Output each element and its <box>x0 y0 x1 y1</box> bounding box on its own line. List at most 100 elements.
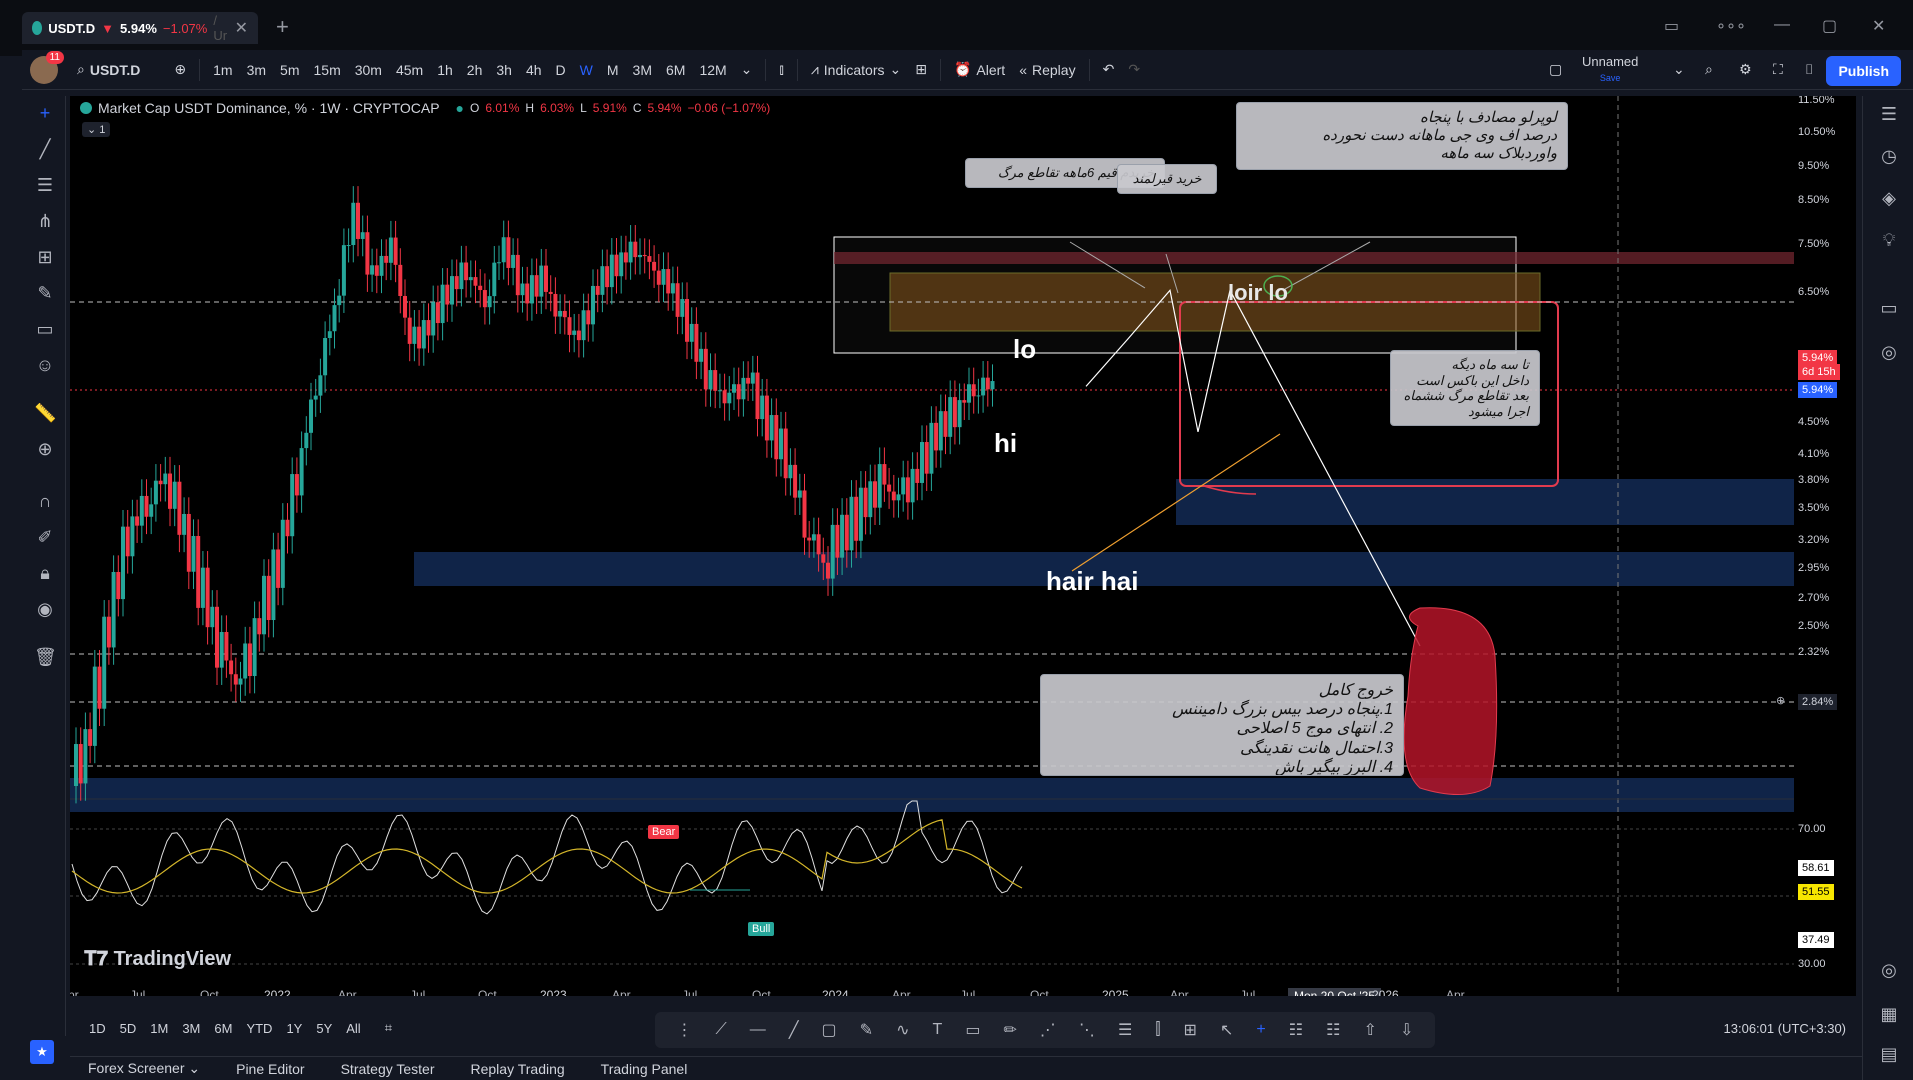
label-hi[interactable]: hi <box>994 428 1017 459</box>
alert-button[interactable]: ⏰ Alert <box>947 61 1012 78</box>
range-5y[interactable]: 5Y <box>309 1021 339 1036</box>
chart-legend[interactable]: Market Cap USDT Dominance, % · 1W · CRYP… <box>80 100 770 116</box>
ray-icon[interactable]: ╱ <box>789 1020 799 1040</box>
range-1m[interactable]: 1M <box>143 1021 175 1036</box>
brush-icon[interactable]: ✎ <box>860 1020 873 1040</box>
compare-symbol-icon[interactable]: ⊕ <box>167 61 193 78</box>
fib-grid-icon[interactable]: ⊞ <box>34 246 56 268</box>
brush-icon[interactable]: ✎ <box>34 282 56 304</box>
path-icon[interactable]: ⟋ <box>716 1021 727 1039</box>
lock-icon[interactable]: 🔒︎ <box>34 562 56 584</box>
tab-trading-panel[interactable]: Trading Panel <box>601 1061 688 1077</box>
range-3m[interactable]: 3M <box>175 1021 207 1036</box>
magnet-icon[interactable]: ∩ <box>34 490 56 512</box>
range-1y[interactable]: 1Y <box>279 1021 309 1036</box>
demand-zone-bottom[interactable] <box>70 778 1794 812</box>
close-window-icon[interactable]: ✕ <box>1872 16 1885 36</box>
layers-icon[interactable]: ◈ <box>1877 186 1901 210</box>
interval-4h[interactable]: 4h <box>519 62 549 78</box>
new-tab-icon[interactable]: + <box>276 14 289 40</box>
trendline-icon[interactable]: ╱ <box>34 138 56 160</box>
range-1d[interactable]: 1D <box>82 1021 113 1036</box>
trash-icon[interactable]: 🗑︎ <box>34 646 57 668</box>
layout-checkbox-icon[interactable]: ▢ <box>1542 61 1569 78</box>
cursor-icon[interactable]: ↖ <box>1220 1020 1233 1040</box>
range-all[interactable]: All <box>339 1021 367 1036</box>
interval-1m[interactable]: 1m <box>206 62 239 78</box>
clock[interactable]: 13:06:01 (UTC+3:30) <box>1724 1021 1846 1036</box>
interval-3mo[interactable]: 3M <box>626 62 659 78</box>
calendar-icon[interactable]: ▦ <box>1877 1002 1901 1026</box>
goto-date-icon[interactable]: ⌗ <box>378 1020 399 1036</box>
interval-15m[interactable]: 15m <box>307 62 348 78</box>
screen-icon[interactable]: ▭ <box>1664 16 1679 36</box>
crosshair-icon[interactable]: + <box>34 102 56 124</box>
tab-strategy-tester[interactable]: Strategy Tester <box>341 1061 435 1077</box>
text-icon[interactable]: T <box>933 1021 943 1039</box>
arrow-up-icon[interactable]: ⇧ <box>1364 1020 1377 1040</box>
redo-icon[interactable]: ↷ <box>1121 61 1147 78</box>
target-icon[interactable]: ◎ <box>1877 958 1901 982</box>
minimize-icon[interactable]: — <box>1774 16 1790 34</box>
label-lo[interactable]: lo <box>1013 334 1036 365</box>
browser-tab[interactable]: USDT.D ▼ 5.94% −1.07% / Ur ✕ <box>22 12 258 44</box>
range-ytd[interactable]: YTD <box>239 1021 279 1036</box>
chat-icon[interactable]: ▭ <box>1877 296 1901 320</box>
red-highlight-shape[interactable] <box>1403 607 1498 796</box>
lock-drawing-icon[interactable]: ✐ <box>34 526 56 548</box>
chevron-down-icon[interactable]: ⌄ <box>1666 61 1692 78</box>
template-icon[interactable]: ☷ <box>1326 1020 1340 1040</box>
ruler-icon[interactable]: 📏 <box>34 402 56 424</box>
crosshair-icon[interactable]: + <box>1256 1021 1265 1039</box>
interval-w[interactable]: W <box>573 62 600 78</box>
gann-icon[interactable]: ⫿ <box>1155 1021 1160 1039</box>
maximize-icon[interactable]: ▢ <box>1822 16 1837 36</box>
alerts-clock-icon[interactable]: ◷ <box>1877 144 1901 168</box>
eye-icon[interactable]: ◉ <box>34 598 56 620</box>
tab-forex-screener[interactable]: Forex Screener ⌄ <box>88 1060 200 1077</box>
layout-name-button[interactable]: Unnamed Save <box>1582 54 1638 84</box>
interval-12mo[interactable]: 12M <box>692 62 733 78</box>
interval-d[interactable]: D <box>549 62 573 78</box>
interval-45m[interactable]: 45m <box>389 62 430 78</box>
interval-6mo[interactable]: 6M <box>659 62 692 78</box>
close-tab-icon[interactable]: ✕ <box>235 18 248 38</box>
drag-handle-icon[interactable]: ⋮ <box>677 1020 693 1040</box>
undo-icon[interactable]: ↶ <box>1096 61 1122 78</box>
elliott-icon[interactable]: ⋱ <box>1079 1020 1095 1040</box>
settings-gear-icon[interactable]: ⚙ <box>1732 61 1759 78</box>
templates-icon[interactable]: ⊞ <box>908 61 934 78</box>
rectangle-icon[interactable]: ▢ <box>821 1020 836 1040</box>
callout-icon[interactable]: ▭ <box>965 1020 980 1040</box>
help-icon[interactable]: ◎ <box>1877 340 1901 364</box>
tab-replay-trading[interactable]: Replay Trading <box>471 1061 565 1077</box>
indicator-count-toggle[interactable]: ⌄ 1 <box>82 122 111 137</box>
emoji-icon[interactable]: ☺ <box>34 354 56 376</box>
settings-list-icon[interactable]: ☷ <box>1289 1020 1303 1040</box>
hline-icon[interactable]: — <box>750 1021 766 1039</box>
fib-icon[interactable]: ☰ <box>1118 1020 1132 1040</box>
avatar[interactable]: 11 <box>30 50 64 84</box>
pencil-icon[interactable]: ✏ <box>1003 1020 1016 1040</box>
interval-2h[interactable]: 2h <box>460 62 490 78</box>
label-loir[interactable]: loir lo <box>1228 280 1288 306</box>
more-icon[interactable]: ∘∘∘ <box>1716 16 1746 36</box>
indicators-button[interactable]: ⩘ Indicators ⌄ <box>804 61 908 78</box>
interval-3m[interactable]: 3m <box>240 62 273 78</box>
tab-pine-editor[interactable]: Pine Editor <box>236 1061 304 1077</box>
interval-1h[interactable]: 1h <box>430 62 460 78</box>
candle-style-icon[interactable]: ⫾ <box>772 61 790 78</box>
publish-button[interactable]: Publish <box>1826 56 1901 86</box>
wave-icon[interactable]: ∿ <box>896 1020 909 1040</box>
symbol-search[interactable]: ⌕ USDT.D <box>70 61 147 78</box>
favorites-star-icon[interactable]: ★ <box>30 1040 54 1064</box>
pattern-icon[interactable]: ⋰ <box>1040 1020 1056 1040</box>
interval-5m[interactable]: 5m <box>273 62 306 78</box>
chart-canvas[interactable]: Market Cap USDT Dominance, % · 1W · CRYP… <box>70 96 1856 996</box>
arrow-down-icon[interactable]: ⇩ <box>1400 1020 1413 1040</box>
fullscreen-icon[interactable]: ⛶ <box>1766 61 1790 78</box>
ideas-bulb-icon[interactable]: 💡︎ <box>1877 228 1901 252</box>
note-top-small[interactable]: خرید قیرلمند <box>1117 164 1217 194</box>
range-6m[interactable]: 6M <box>207 1021 239 1036</box>
measure-icon[interactable]: ⊞ <box>1184 1020 1197 1040</box>
